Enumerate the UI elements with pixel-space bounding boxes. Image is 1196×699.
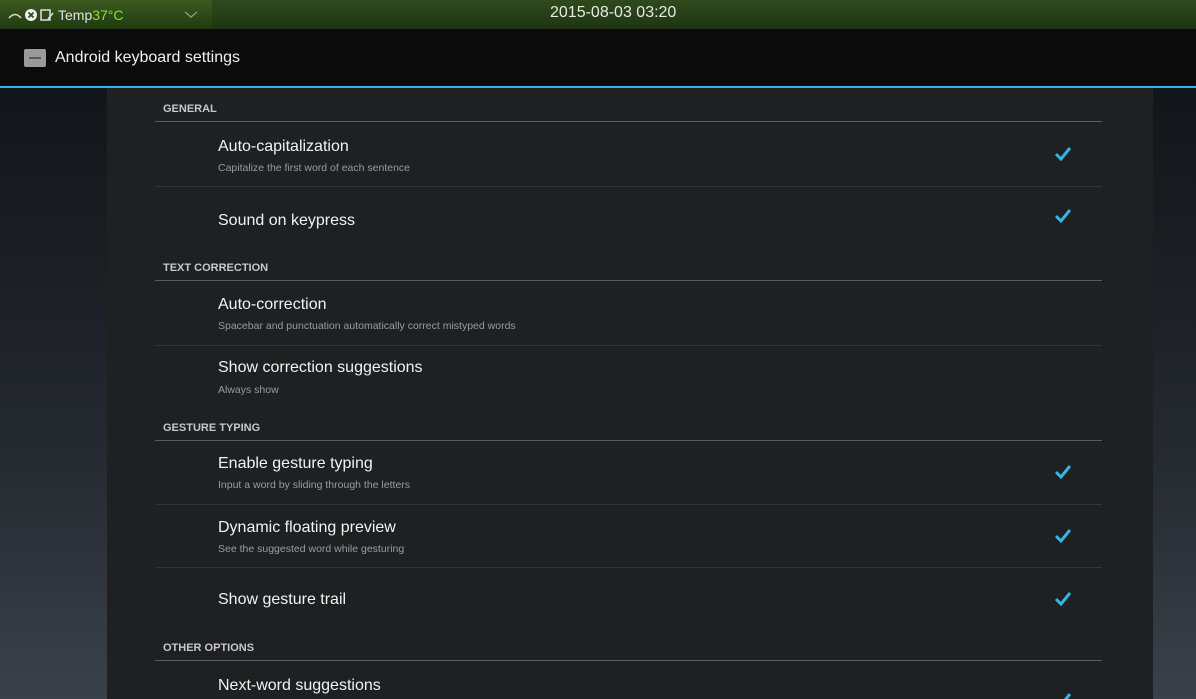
pref-title: Dynamic floating preview <box>218 519 396 536</box>
pref-title: Next-word suggestions <box>218 677 381 694</box>
status-dropdown[interactable] <box>170 2 212 27</box>
keyboard-app-icon[interactable] <box>24 48 46 67</box>
chevron-down-icon <box>184 11 198 18</box>
pref-summary: See the suggested word while gesturing <box>218 543 405 555</box>
status-datetime: 2015-08-03 03:20 <box>550 4 677 21</box>
pref-show-gesture-trail[interactable]: Show gesture trail <box>155 568 1102 628</box>
section-header-general: GENERAL <box>155 91 1102 122</box>
pref-summary: Input a word by sliding through the lett… <box>218 479 411 491</box>
temperature-label: Temp <box>58 6 93 23</box>
signal-icon <box>8 13 22 19</box>
section-header-gesture-typing: GESTURE TYPING <box>155 410 1102 441</box>
pref-next-word-suggestions[interactable]: Next-word suggestions <box>155 661 1102 699</box>
section-title: TEXT CORRECTION <box>163 262 269 274</box>
settings-list[interactable]: GENERAL Auto-capitalization Capitalize t… <box>107 88 1153 699</box>
pref-summary: Spacebar and punctuation automatically c… <box>218 320 516 332</box>
checkbox-checked-icon[interactable] <box>1055 529 1071 543</box>
action-bar-title: Android keyboard settings <box>55 48 240 66</box>
status-icons <box>8 8 54 22</box>
pref-title: Sound on keypress <box>218 212 355 229</box>
pref-enable-gesture-typing[interactable]: Enable gesture typing Input a word by sl… <box>155 441 1102 505</box>
status-left-area: Temp 37°C <box>0 0 212 29</box>
pref-title: Show gesture trail <box>218 591 347 608</box>
close-circle-icon <box>25 8 37 21</box>
pref-sound-on-keypress[interactable]: Sound on keypress <box>155 187 1102 247</box>
right-background <box>1153 88 1196 699</box>
pref-dynamic-floating-preview[interactable]: Dynamic floating preview See the suggest… <box>155 505 1102 568</box>
pref-auto-capitalization[interactable]: Auto-capitalization Capitalize the first… <box>155 122 1102 187</box>
checkbox-checked-icon[interactable] <box>1055 209 1071 223</box>
pref-title: Auto-correction <box>218 296 327 313</box>
phone-icon <box>40 8 54 21</box>
checkbox-checked-icon[interactable] <box>1055 465 1071 479</box>
pref-title: Auto-capitalization <box>218 138 349 155</box>
pref-auto-correction[interactable]: Auto-correction Spacebar and punctuation… <box>155 281 1102 346</box>
pref-title: Show correction suggestions <box>218 359 423 376</box>
section-title: GESTURE TYPING <box>163 422 261 434</box>
checkbox-checked-icon[interactable] <box>1055 693 1071 699</box>
section-title: OTHER OPTIONS <box>163 642 255 654</box>
action-bar: Android keyboard settings <box>0 29 1196 88</box>
status-bar: Temp 37°C 2015-08-03 03:20 <box>0 0 1196 29</box>
section-header-other-options: OTHER OPTIONS <box>155 630 1102 661</box>
pref-summary: Always show <box>218 384 279 396</box>
section-header-text-correction: TEXT CORRECTION <box>155 250 1102 281</box>
temperature-value: 37°C <box>92 6 124 23</box>
checkbox-checked-icon[interactable] <box>1055 592 1071 606</box>
section-title: GENERAL <box>163 103 217 115</box>
pref-title: Enable gesture typing <box>218 455 373 472</box>
pref-show-correction-suggestions[interactable]: Show correction suggestions Always show <box>155 346 1102 408</box>
left-background <box>0 88 107 699</box>
pref-summary: Capitalize the first word of each senten… <box>218 162 411 174</box>
checkbox-checked-icon[interactable] <box>1055 147 1071 161</box>
